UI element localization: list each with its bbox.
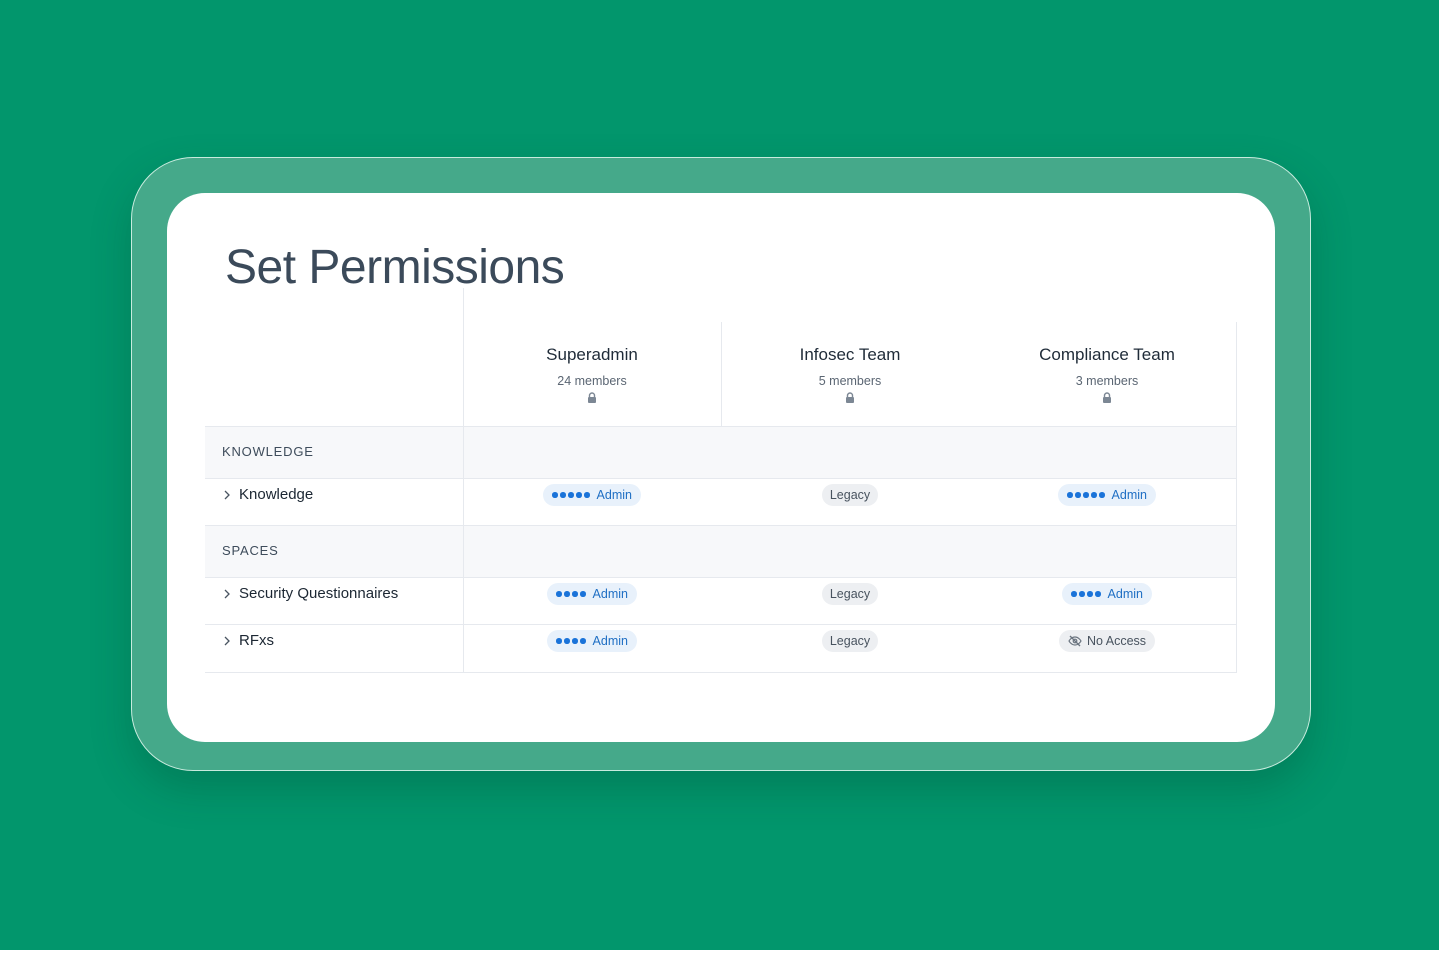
row-rfxs[interactable]: RFxs xyxy=(223,632,274,649)
cell-knowledge-infosec: Legacy xyxy=(721,483,979,507)
lock-icon xyxy=(1103,392,1111,403)
chevron-right-icon[interactable] xyxy=(223,589,231,599)
cell-rfxs-superadmin: Admin xyxy=(463,629,721,653)
section-label-spaces: SPACES xyxy=(222,543,279,558)
permission-badge-admin[interactable]: Admin xyxy=(547,630,637,652)
column-name: Infosec Team xyxy=(799,345,901,364)
permission-level-dots xyxy=(552,492,590,498)
chevron-right-icon[interactable] xyxy=(223,636,231,646)
row-label: RFxs xyxy=(239,632,274,649)
permission-text: Admin xyxy=(1107,587,1143,601)
lock-icon xyxy=(846,392,854,403)
permission-level-dots xyxy=(1071,591,1101,597)
section-band-knowledge xyxy=(205,426,1237,478)
cell-knowledge-compliance: Admin xyxy=(978,483,1236,507)
divider xyxy=(205,478,1237,479)
column-superadmin[interactable]: Superadmin 24 members xyxy=(463,288,721,426)
column-members: 5 members xyxy=(818,374,882,388)
section-band-spaces xyxy=(205,525,1237,577)
permission-badge-legacy[interactable]: Legacy xyxy=(821,630,879,652)
page-title: Set Permissions xyxy=(225,241,565,294)
permission-text: Admin xyxy=(596,488,632,502)
chevron-right-icon[interactable] xyxy=(223,490,231,500)
column-members: 24 members xyxy=(557,374,627,388)
permission-level-dots xyxy=(556,591,586,597)
permission-badge-admin[interactable]: Admin xyxy=(1062,583,1152,605)
permission-badge-admin[interactable]: Admin xyxy=(547,583,637,605)
permission-badge-legacy[interactable]: Legacy xyxy=(821,583,879,605)
permission-badge-admin[interactable]: Admin xyxy=(543,484,641,506)
cell-rfxs-compliance: No Access xyxy=(978,629,1236,653)
column-compliance-team[interactable]: Compliance Team 3 members xyxy=(978,288,1236,426)
divider xyxy=(205,525,1237,526)
divider xyxy=(205,426,1237,427)
permissions-card: Set Permissions Superadmin 24 members In… xyxy=(167,193,1275,742)
cell-security-infosec: Legacy xyxy=(721,582,979,606)
cell-security-superadmin: Admin xyxy=(463,582,721,606)
row-knowledge[interactable]: Knowledge xyxy=(223,486,313,503)
lock-icon xyxy=(588,392,596,403)
permission-badge-legacy[interactable]: Legacy xyxy=(821,484,879,506)
permission-badge-no-access[interactable]: No Access xyxy=(1058,630,1156,652)
permission-text: Admin xyxy=(592,587,628,601)
row-security-questionnaires[interactable]: Security Questionnaires xyxy=(223,585,398,602)
bottom-strip xyxy=(0,950,1439,954)
section-label-knowledge: KNOWLEDGE xyxy=(222,444,314,459)
permission-level-dots xyxy=(1067,492,1105,498)
permission-level-dots xyxy=(556,638,586,644)
divider xyxy=(1236,322,1237,673)
permissions-table: Superadmin 24 members Infosec Team 5 mem… xyxy=(205,288,1237,673)
row-label: Knowledge xyxy=(239,486,314,503)
permission-text: Admin xyxy=(592,634,628,648)
cell-security-compliance: Admin xyxy=(978,582,1236,606)
cell-rfxs-infosec: Legacy xyxy=(721,629,979,653)
column-name: Superadmin xyxy=(546,345,638,364)
eye-off-icon xyxy=(1068,635,1082,647)
cell-knowledge-superadmin: Admin xyxy=(463,483,721,507)
permission-badge-admin[interactable]: Admin xyxy=(1058,484,1156,506)
permission-text: Admin xyxy=(1111,488,1147,502)
divider xyxy=(205,577,1237,578)
divider xyxy=(205,672,1237,673)
permission-text: No Access xyxy=(1086,634,1147,648)
column-infosec-team[interactable]: Infosec Team 5 members xyxy=(721,288,979,426)
row-label: Security Questionnaires xyxy=(239,585,399,602)
column-name: Compliance Team xyxy=(1039,345,1175,364)
divider xyxy=(205,624,1237,625)
column-members: 3 members xyxy=(1075,374,1139,388)
